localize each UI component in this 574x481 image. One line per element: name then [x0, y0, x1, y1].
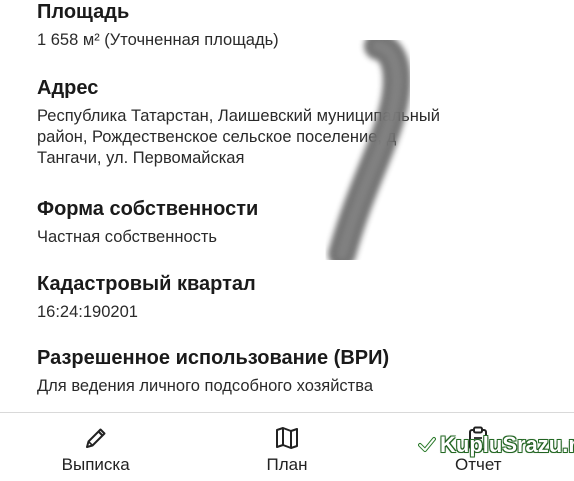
tab-label: Выписка	[61, 455, 130, 474]
value-line: Частная собственность	[37, 228, 218, 246]
value-line: 1 658 м² (Уточненная площадь)	[37, 31, 279, 49]
value-line: Для ведения личного подсобного хозяйства	[37, 377, 373, 395]
check-icon	[418, 437, 436, 452]
map-icon	[275, 427, 298, 449]
value-line: 16:24:190201	[37, 303, 138, 321]
section-permitted-use: Разрешенное использование (ВРИ) Для веде…	[37, 346, 567, 397]
section-title: Форма собственности	[37, 198, 259, 220]
section-title: Разрешенное использование (ВРИ)	[37, 347, 390, 369]
tab-extract[interactable]: Выписка	[0, 413, 191, 481]
section-address: Адрес Республика Татарстан, Лаишевский м…	[37, 76, 567, 169]
section-value: 1 658 м² (Уточненная площадь)	[37, 30, 567, 51]
section-value: Для ведения личного подсобного хозяйства	[37, 376, 567, 397]
value-line: район, Рождественское сельское поселение…	[37, 128, 397, 146]
section-cadastral-block: Кадастровый квартал 16:24:190201	[37, 272, 567, 323]
pencil-icon	[85, 428, 106, 448]
section-title: Площадь	[37, 1, 130, 23]
section-value: Частная собственность	[37, 227, 567, 248]
section-area: Площадь 1 658 м² (Уточненная площадь)	[37, 0, 567, 51]
section-value: Республика Татарстан, Лаишевский муницип…	[37, 106, 567, 169]
section-title: Кадастровый квартал	[37, 273, 256, 295]
section-ownership: Форма собственности Частная собственност…	[37, 197, 567, 248]
watermark: KupluSrazu.ru	[418, 430, 574, 460]
watermark-text: KupluSrazu.ru	[440, 432, 574, 457]
value-line: Тангачи, ул. Первомайская	[37, 149, 245, 167]
section-title: Адрес	[37, 77, 99, 99]
tab-plan[interactable]: План	[191, 413, 382, 481]
value-line: Республика Татарстан, Лаишевский муницип…	[37, 107, 440, 125]
tab-label: План	[266, 455, 308, 474]
section-value: 16:24:190201	[37, 302, 567, 323]
